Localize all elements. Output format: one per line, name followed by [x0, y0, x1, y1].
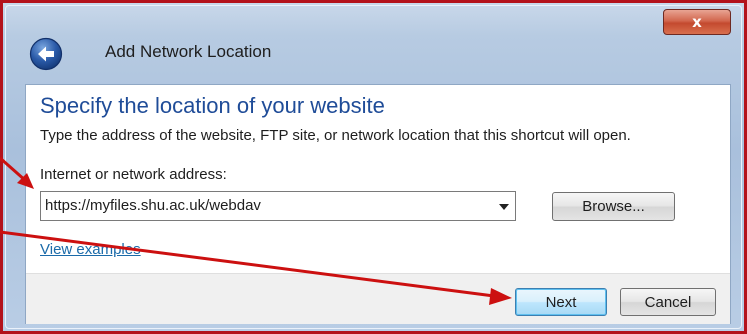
address-input-value[interactable]: https://myfiles.shu.ac.uk/webdav: [45, 197, 261, 214]
cancel-button[interactable]: Cancel: [620, 288, 716, 316]
address-label: Internet or network address:: [40, 166, 227, 183]
address-combobox[interactable]: https://myfiles.shu.ac.uk/webdav: [40, 191, 516, 221]
wizard-content: Specify the location of your website Typ…: [25, 84, 731, 324]
back-arrow-icon: [29, 37, 63, 71]
next-button[interactable]: Next: [515, 288, 607, 316]
browse-button[interactable]: Browse...: [552, 192, 675, 221]
button-bar: Next Cancel: [26, 273, 730, 324]
back-button[interactable]: [29, 37, 63, 71]
close-button[interactable]: x: [663, 9, 731, 35]
close-icon: x: [692, 13, 702, 31]
page-description: Type the address of the website, FTP sit…: [40, 127, 631, 144]
page-heading: Specify the location of your website: [40, 93, 385, 118]
chevron-down-icon[interactable]: [499, 204, 509, 210]
view-examples-link[interactable]: View examples: [40, 241, 141, 258]
window-title: Add Network Location: [105, 42, 272, 61]
dialog-window: x Add Network Location Specify the locat…: [0, 0, 747, 334]
